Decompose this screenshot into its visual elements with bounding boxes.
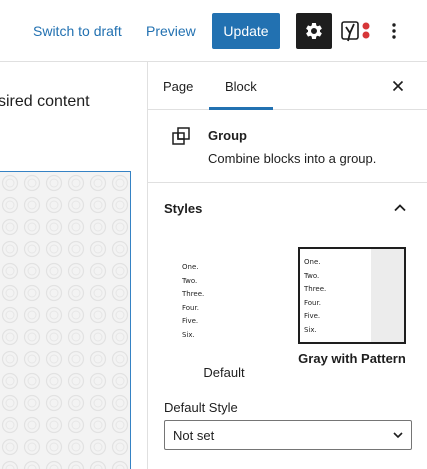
styles-panel-title: Styles [164, 201, 203, 216]
gear-icon [306, 22, 322, 39]
selected-group-block[interactable] [0, 171, 131, 469]
paragraph-text[interactable]: sired content [0, 93, 90, 111]
preview-line: One. [182, 263, 199, 271]
style-option-gray-with-pattern[interactable]: One. Two. Three. Four. Five. Six. Gray w… [298, 247, 406, 368]
preview-line: Five. [304, 312, 321, 320]
switch-to-draft-button[interactable]: Switch to draft [33, 22, 122, 40]
style-option-default[interactable]: One. Two. Three. Four. Five. Six. Defaul… [164, 247, 284, 382]
preview-line: Six. [304, 325, 317, 334]
default-style-label: Default Style [164, 400, 238, 415]
preview-text-lines: One. Two. Three. Four. Five. Six. [182, 261, 204, 342]
preview-button[interactable]: Preview [146, 22, 196, 40]
pattern-preview-strip [371, 249, 404, 342]
block-title: Group [208, 128, 247, 143]
style-preview-gray-with-pattern: One. Two. Three. Four. Five. Six. [298, 247, 406, 344]
preview-line: Two. [182, 276, 198, 285]
editor-canvas: sired content [0, 62, 148, 469]
editor-toolbar: Switch to draft Preview Update [0, 0, 427, 62]
close-sidebar-button[interactable] [388, 76, 408, 96]
preview-line: Six. [182, 330, 195, 339]
tab-page[interactable]: Page [163, 62, 193, 110]
group-icon [172, 127, 190, 145]
block-card: Group Combine blocks into a group. [148, 110, 427, 183]
style-label-default: Default [203, 365, 245, 380]
yoast-seo-button[interactable] [339, 19, 373, 43]
preview-line: Four. [304, 298, 321, 307]
style-label-gray-with-pattern: Gray with Pattern [298, 351, 406, 366]
style-preview-default: One. Two. Three. Four. Five. Six. [164, 247, 272, 344]
preview-line: Three. [182, 290, 205, 298]
more-vertical-icon [392, 23, 396, 39]
preview-line: Four. [182, 303, 199, 312]
tab-block[interactable]: Block [209, 62, 273, 110]
preview-line: Three. [304, 285, 327, 293]
more-options-button[interactable] [383, 18, 405, 44]
block-description: Combine blocks into a group. [208, 151, 377, 166]
sidebar-tabs: Page Block [148, 62, 427, 110]
settings-button[interactable] [296, 13, 332, 49]
settings-sidebar: Page Block Group Combine blocks into a g… [148, 62, 427, 469]
update-button[interactable]: Update [212, 13, 280, 49]
preview-line: Two. [304, 271, 320, 280]
pattern-background [0, 172, 130, 469]
default-style-select[interactable]: Not set [164, 420, 412, 450]
default-style-value: Not set [173, 427, 215, 443]
preview-line: Five. [182, 317, 199, 325]
yoast-icon [341, 21, 370, 42]
styles-panel-toggle[interactable]: Styles [148, 183, 427, 233]
preview-text-lines: One. Two. Three. Four. Five. Six. [304, 256, 326, 337]
preview-line: One. [304, 258, 321, 266]
close-icon [392, 80, 404, 92]
chevron-down-icon [393, 432, 403, 439]
chevron-up-icon [394, 204, 406, 212]
